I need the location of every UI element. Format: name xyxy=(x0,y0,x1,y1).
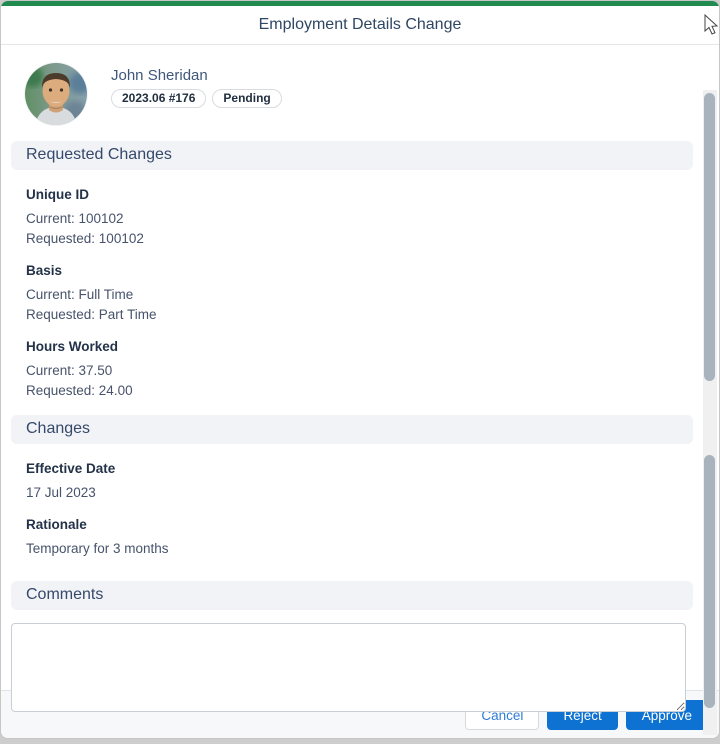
section-header-changes: Changes xyxy=(11,415,693,444)
scrollbar-thumb-upper[interactable] xyxy=(704,93,715,381)
field-value: 17 Jul 2023 xyxy=(26,483,678,503)
field-rationale: Rationale Temporary for 3 months xyxy=(26,517,678,559)
field-hours-worked: Hours Worked Current: 37.50 Requested: 2… xyxy=(26,339,678,401)
employment-details-dialog: Employment Details Change xyxy=(0,0,720,739)
dialog-body: John Sheridan 2023.06 #176 Pending Reque… xyxy=(1,45,719,690)
field-current-value: Current: 100102 xyxy=(26,209,678,229)
field-unique-id: Unique ID Current: 100102 Requested: 100… xyxy=(26,187,678,249)
field-label: Rationale xyxy=(26,517,678,532)
employee-name: John Sheridan xyxy=(111,67,282,84)
dialog-header: Employment Details Change xyxy=(1,6,719,45)
section-header-comments: Comments xyxy=(11,581,693,610)
field-basis: Basis Current: Full Time Requested: Part… xyxy=(26,263,678,325)
field-current-value: Current: 37.50 xyxy=(26,361,678,381)
scrollbar-track[interactable] xyxy=(703,90,717,735)
field-label: Effective Date xyxy=(26,461,678,476)
dialog-title: Employment Details Change xyxy=(259,16,462,34)
field-label: Unique ID xyxy=(26,187,678,202)
field-label: Hours Worked xyxy=(26,339,678,354)
comments-textarea[interactable] xyxy=(11,623,686,712)
field-effective-date: Effective Date 17 Jul 2023 xyxy=(26,461,678,503)
field-current-value: Current: Full Time xyxy=(26,285,678,305)
payroll-period-badge: 2023.06 #176 xyxy=(111,89,206,108)
status-pending-badge: Pending xyxy=(212,89,281,108)
field-requested-value: Requested: Part Time xyxy=(26,305,678,325)
field-value: Temporary for 3 months xyxy=(26,539,678,559)
section-header-requested-changes: Requested Changes xyxy=(11,141,693,170)
scrollbar-thumb-lower[interactable] xyxy=(704,455,715,708)
mouse-cursor-icon xyxy=(703,14,719,43)
field-requested-value: Requested: 100102 xyxy=(26,229,678,249)
employee-avatar xyxy=(25,63,87,125)
employee-summary: John Sheridan 2023.06 #176 Pending xyxy=(11,63,693,125)
field-requested-value: Requested: 24.00 xyxy=(26,381,678,401)
field-label: Basis xyxy=(26,263,678,278)
